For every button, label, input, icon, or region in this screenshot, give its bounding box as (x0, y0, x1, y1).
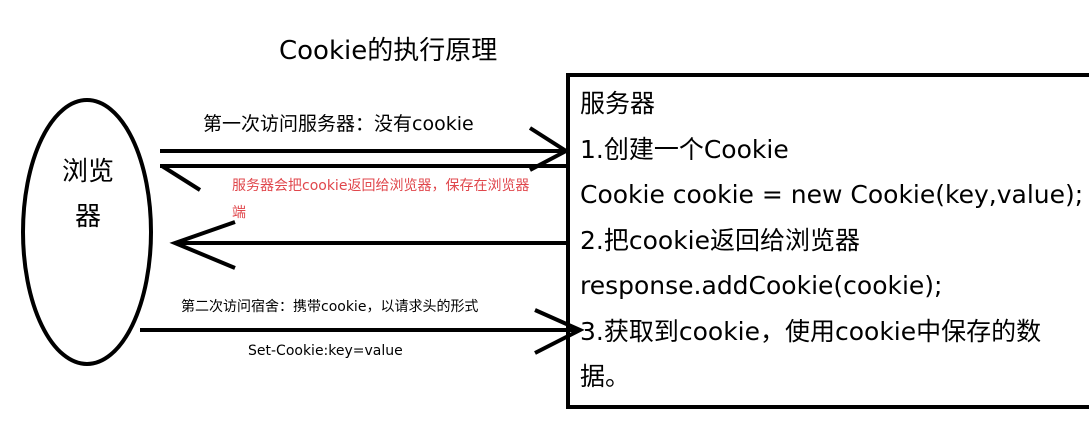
server-step-1: 1.创建一个Cookie (580, 134, 789, 164)
browser-label: 浏览器 (61, 157, 114, 232)
second-request-label: 第二次访问宿舍：携带cookie，以请求头的形式 (181, 299, 479, 315)
server-step-2: 2.把cookie返回给浏览器 (580, 225, 860, 255)
server-code-2: response.addCookie(cookie); (580, 271, 943, 300)
server-step-3: 3.获取到cookie，使用cookie中保存的数据。 (580, 316, 1042, 392)
server-steps: 服务器 1.创建一个Cookie Cookie cookie = new Coo… (580, 81, 1083, 400)
arrow-set-cookie (169, 220, 566, 270)
diagram-title: Cookie的执行原理 (279, 36, 498, 66)
server-heading: 服务器 (580, 89, 656, 118)
server-box: 服务器 1.创建一个Cookie Cookie cookie = new Coo… (566, 73, 1089, 409)
header-example-label: Set-Cookie:key=value (248, 343, 403, 359)
response-note-label: 服务器会把cookie返回给浏览器，保存在浏览器端 (232, 178, 530, 221)
server-code-1: Cookie cookie = new Cookie(key,value); (580, 180, 1084, 209)
first-request-label: 第一次访问服务器：没有cookie (203, 113, 474, 135)
